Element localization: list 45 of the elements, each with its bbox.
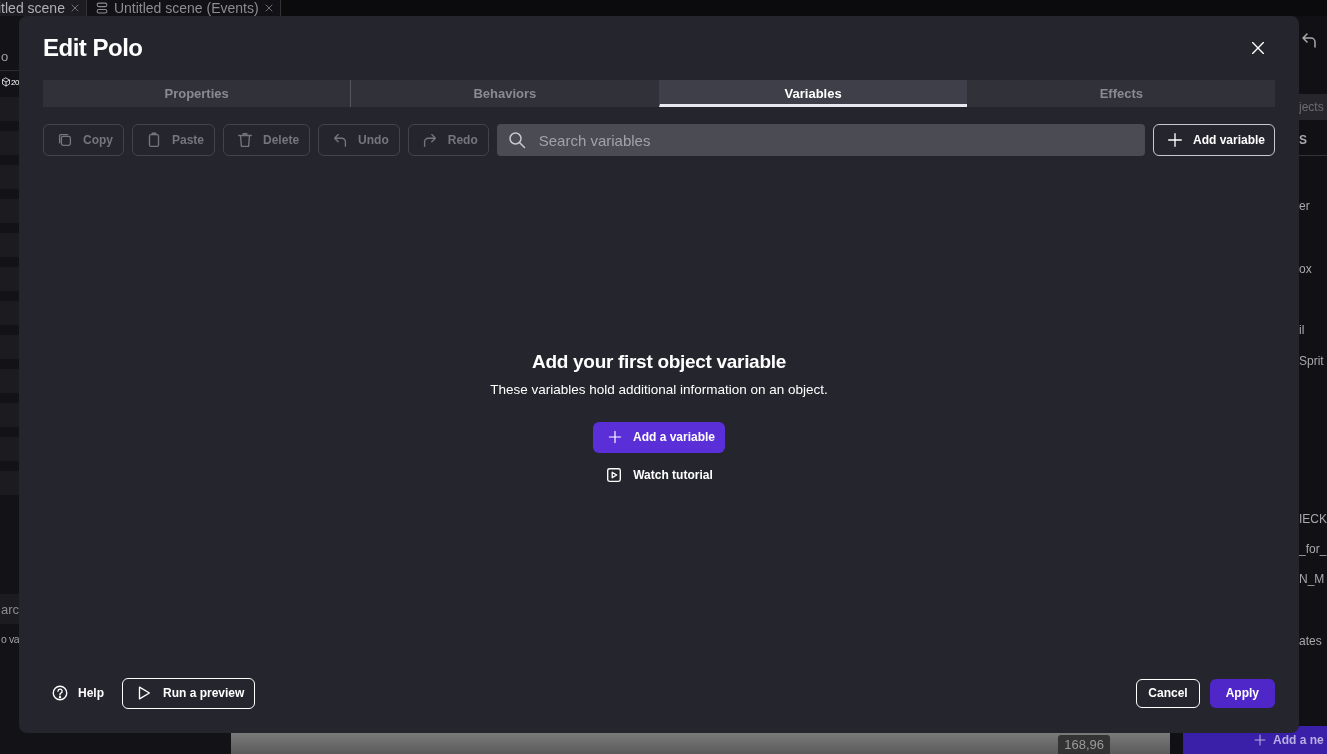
plus-icon [1165, 131, 1184, 149]
help-button[interactable]: Help [43, 677, 112, 709]
panel-title: o [1, 48, 9, 64]
run-preview-button[interactable]: Run a preview [122, 677, 256, 709]
object-name[interactable]: ates [1299, 634, 1322, 648]
section-heading: S [1299, 133, 1307, 147]
dialog-tab[interactable]: Properties [43, 80, 351, 107]
object-name[interactable]: _for_ [1299, 542, 1327, 556]
dialog-tab[interactable]: Effects [966, 80, 1275, 107]
help-icon [51, 684, 69, 702]
list-icon [94, 1, 109, 15]
scene-tab[interactable]: Untitled scene (Events) [86, 0, 281, 16]
object-name[interactable]: ox [1299, 262, 1312, 276]
close-button[interactable] [1249, 39, 1267, 57]
close-icon [263, 3, 274, 13]
close-icon [1249, 39, 1267, 57]
coordinates-label: 168,96 [1058, 735, 1110, 754]
object-name[interactable]: Sprit [1299, 354, 1324, 368]
object-name[interactable]: IECK [1299, 512, 1327, 526]
empty-state-description: These variables hold additional information on an object. [490, 381, 828, 397]
plus-icon [1253, 733, 1267, 747]
undo-icon [1299, 30, 1319, 50]
object-name[interactable]: er [1299, 199, 1310, 213]
plus-icon [607, 429, 623, 445]
object-count-icon[interactable]: 20 [1, 77, 19, 87]
dialog-tab[interactable]: Behaviors [350, 80, 659, 107]
object-name[interactable]: il [1299, 323, 1305, 337]
panel-text: o va [1, 633, 20, 645]
empty-state-title: Add your first object variable [532, 350, 786, 373]
add-variable-button[interactable]: Add variable [1152, 124, 1275, 156]
cancel-button[interactable]: Cancel [1136, 678, 1200, 708]
delete-icon [236, 131, 255, 149]
copy-icon [56, 131, 74, 149]
search-field[interactable]: Search variables [496, 124, 1145, 156]
dialog-title: Edit Polo [43, 34, 143, 62]
close-icon [69, 3, 80, 13]
dialog-tab[interactable]: Variables [658, 80, 967, 107]
play-icon [605, 465, 624, 484]
add-a-variable-button[interactable]: Add a variable [593, 421, 725, 453]
cube-icon [1, 77, 11, 87]
object-name[interactable]: N_M [1299, 572, 1325, 586]
watch-tutorial-link[interactable]: Watch tutorial [601, 461, 717, 488]
tab-label: Untitled scene (Events) [113, 0, 259, 16]
apply-button[interactable]: Apply [1209, 678, 1275, 708]
search-icon [506, 130, 527, 150]
